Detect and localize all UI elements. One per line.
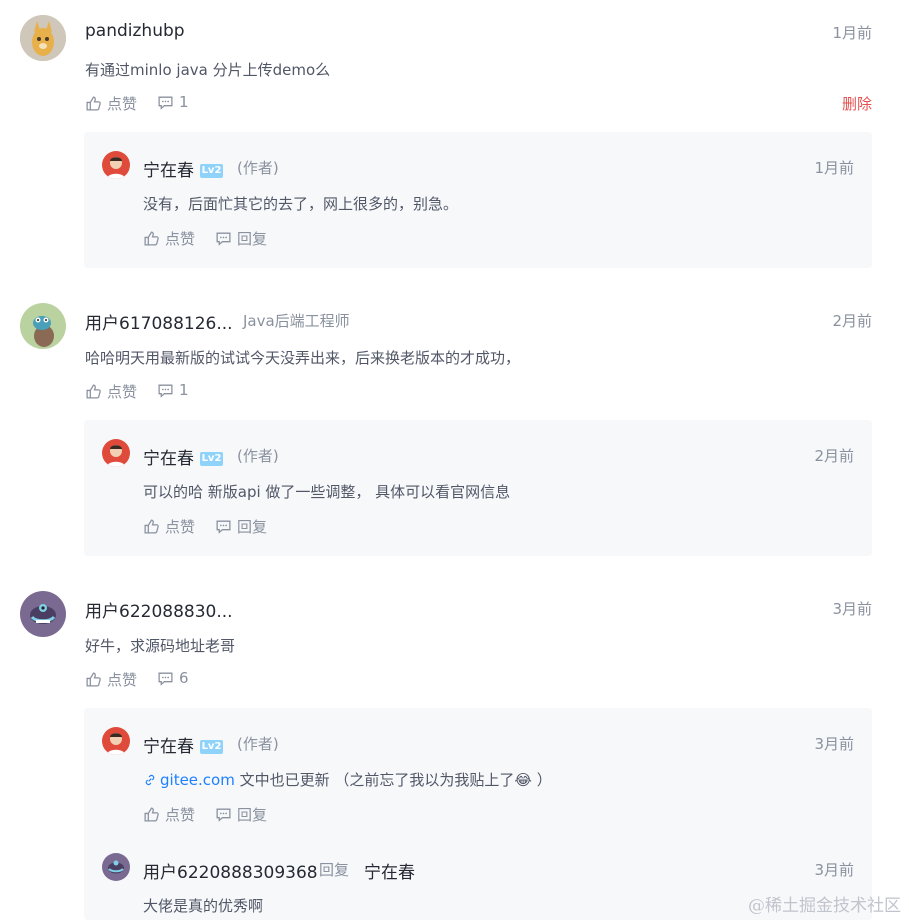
user-avatar-icon	[20, 303, 66, 349]
avatar[interactable]	[102, 151, 130, 179]
comment-username[interactable]: 用户617088126...	[85, 309, 233, 334]
avatar[interactable]	[102, 727, 130, 755]
thumbs-up-icon	[144, 231, 159, 246]
comment-item: 用户622088830... 3月前 好牛，求源码地址老哥 点赞 6 宁在春 Lv…	[0, 576, 909, 920]
reply-list: 宁在春 Lv2 (作者) 1月前 没有，后面忙其它的去了，网上很多的，别急。 点赞…	[84, 132, 872, 268]
comment-item: pandizhubp 1月前 有通过minlo java 分片上传demo么 点…	[0, 0, 909, 285]
level-badge: Lv2	[200, 452, 223, 466]
reply-username-text[interactable]: 宁在春	[143, 449, 194, 469]
reply-username-text[interactable]: 宁在春	[143, 737, 194, 757]
comment-item: 用户617088126... Java后端工程师 2月前 哈哈明天用最新版的试试…	[0, 288, 909, 573]
like-label: 点赞	[107, 383, 138, 401]
reply-list: 宁在春 Lv2 (作者) 3月前 gitee.com 文中也已更新 （之前忘了我以…	[84, 708, 872, 920]
reply-text: 大佬是真的优秀啊	[143, 897, 264, 915]
comment-username[interactable]: 用户622088830...	[85, 597, 233, 622]
avatar[interactable]	[20, 303, 66, 349]
comment-text: 好牛，求源码地址老哥	[85, 637, 236, 655]
comment-text: 哈哈明天用最新版的试试今天没弄出来，后来换老版本的才成功，	[85, 349, 521, 367]
reply-count: 1	[179, 381, 189, 399]
laugh-cry-emoji-icon: 😂	[514, 771, 532, 789]
comment-username[interactable]: pandizhubp	[85, 21, 185, 41]
reply-button[interactable]: 回复	[215, 516, 267, 537]
like-button[interactable]: 点赞	[143, 228, 195, 249]
comment-icon	[216, 808, 231, 822]
reply-text: 可以的哈 新版api 做了一些调整， 具体可以看官网信息	[143, 483, 511, 501]
reply-to-label: 回复	[319, 861, 350, 879]
reply-to-username[interactable]: 宁在春	[364, 858, 415, 883]
reply-username[interactable]: 用户6220888309368	[143, 858, 318, 883]
user-avatar-icon	[20, 15, 66, 61]
reply-label: 回复	[237, 806, 268, 824]
link-text[interactable]: gitee.com	[160, 771, 235, 789]
comment-time: 3月前	[832, 600, 872, 618]
level-badge: Lv2	[200, 740, 223, 754]
author-avatar-icon	[102, 151, 130, 179]
thumbs-up-icon	[86, 384, 101, 399]
avatar[interactable]	[20, 15, 66, 61]
comment-icon	[158, 96, 173, 110]
like-button[interactable]: 点赞	[143, 516, 195, 537]
like-label: 点赞	[165, 806, 196, 824]
reply-text-end: ）	[531, 771, 552, 789]
reply-count: 1	[179, 93, 189, 111]
like-button[interactable]: 点赞	[143, 804, 195, 825]
comment-icon	[216, 232, 231, 246]
comment-icon	[158, 672, 173, 686]
reply-count-button[interactable]: 6	[157, 669, 189, 687]
link-icon	[145, 774, 155, 786]
reply-label: 回复	[237, 230, 268, 248]
user-job-title: Java后端工程师	[243, 312, 350, 330]
thumbs-up-icon	[144, 519, 159, 534]
watermark: @稀土掘金技术社区	[748, 896, 901, 916]
reply-count: 6	[179, 669, 189, 687]
gitee-link[interactable]: gitee.com	[143, 771, 235, 789]
reply-label: 回复	[237, 518, 268, 536]
reply-time: 2月前	[814, 447, 854, 465]
avatar[interactable]	[102, 439, 130, 467]
avatar[interactable]	[102, 853, 130, 881]
author-tag: (作者)	[237, 735, 279, 753]
comment-time: 1月前	[832, 24, 872, 42]
like-label: 点赞	[165, 518, 196, 536]
comment-text: 有通过minlo java 分片上传demo么	[85, 61, 331, 79]
reply-button[interactable]: 回复	[215, 228, 267, 249]
reply-username-text[interactable]: 宁在春	[143, 161, 194, 181]
like-label: 点赞	[165, 230, 196, 248]
comment-time: 2月前	[832, 312, 872, 330]
thumbs-up-icon	[86, 672, 101, 687]
reply-time: 3月前	[814, 735, 854, 753]
reply-text-body: 文中也已更新 （之前忘了我以为我贴上了	[234, 771, 515, 789]
author-avatar-icon	[102, 727, 130, 755]
user-avatar-icon	[102, 853, 130, 881]
reply-username[interactable]: 宁在春 Lv2	[143, 444, 223, 469]
like-label: 点赞	[107, 95, 138, 113]
reply-button[interactable]: 回复	[215, 804, 267, 825]
author-tag: (作者)	[237, 447, 279, 465]
user-avatar-icon	[20, 591, 66, 637]
reply-list: 宁在春 Lv2 (作者) 2月前 可以的哈 新版api 做了一些调整， 具体可以看…	[84, 420, 872, 556]
reply-text: 没有，后面忙其它的去了，网上很多的，别急。	[143, 195, 459, 213]
reply-count-button[interactable]: 1	[157, 93, 189, 111]
reply-time: 3月前	[814, 861, 854, 879]
like-button[interactable]: 点赞	[85, 93, 137, 114]
thumbs-up-icon	[144, 807, 159, 822]
comment-icon	[216, 520, 231, 534]
reply-time: 1月前	[814, 159, 854, 177]
author-avatar-icon	[102, 439, 130, 467]
comment-icon	[158, 384, 173, 398]
delete-button[interactable]: 删除	[842, 93, 872, 114]
like-button[interactable]: 点赞	[85, 381, 137, 402]
reply-username[interactable]: 宁在春 Lv2	[143, 156, 223, 181]
level-badge: Lv2	[200, 164, 223, 178]
reply-count-button[interactable]: 1	[157, 381, 189, 399]
thumbs-up-icon	[86, 96, 101, 111]
author-tag: (作者)	[237, 159, 279, 177]
like-label: 点赞	[107, 671, 138, 689]
like-button[interactable]: 点赞	[85, 669, 137, 690]
reply-username[interactable]: 宁在春 Lv2	[143, 732, 223, 757]
avatar[interactable]	[20, 591, 66, 637]
reply-text: gitee.com 文中也已更新 （之前忘了我以为我贴上了😂 ）	[143, 769, 552, 790]
